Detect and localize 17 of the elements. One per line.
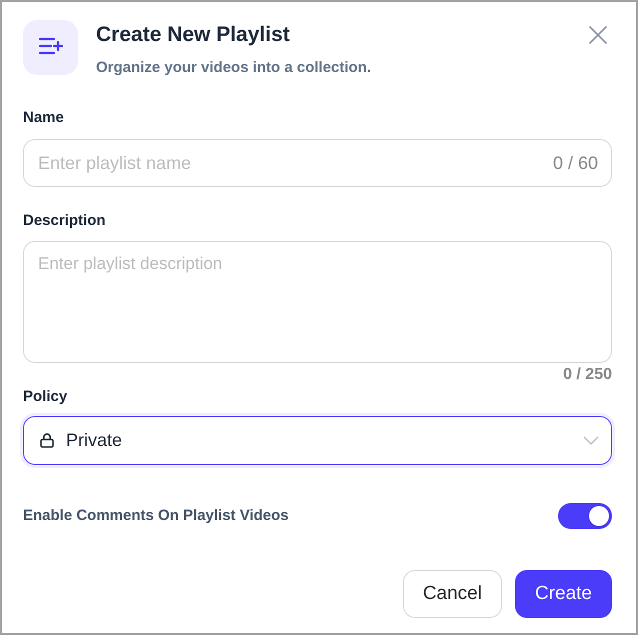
dialog-title: Create New Playlist bbox=[96, 22, 290, 48]
toggle-label: Enable Comments On Playlist Videos bbox=[23, 506, 289, 526]
field-label: Name bbox=[23, 108, 64, 128]
cancel-button[interactable]: Cancel bbox=[402, 570, 502, 618]
field-label: Description bbox=[23, 211, 106, 231]
comments-toggle[interactable] bbox=[558, 503, 612, 529]
description-field[interactable]: Enter playlist description bbox=[23, 241, 612, 363]
create-button[interactable]: Create bbox=[514, 570, 612, 618]
policy-dropdown[interactable]: Private bbox=[23, 416, 612, 465]
list-plus-icon bbox=[23, 20, 78, 75]
field-label: Policy bbox=[23, 387, 68, 407]
chevron-down-icon bbox=[583, 436, 599, 445]
dialog-subtitle: Organize your videos into a collection. bbox=[96, 58, 372, 78]
character-counter: 0 / 250 bbox=[563, 365, 612, 385]
close-icon bbox=[589, 26, 607, 44]
character-counter: 0 / 60 bbox=[552, 152, 598, 174]
lock-icon bbox=[40, 433, 54, 448]
